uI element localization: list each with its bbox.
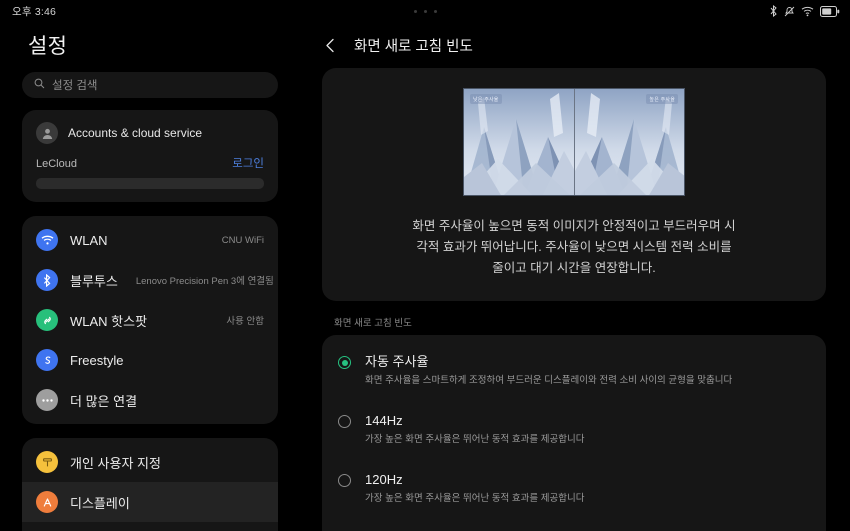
account-header: Accounts & cloud service xyxy=(36,122,264,144)
sidebar-item-label: 더 많은 연결 xyxy=(70,393,138,409)
option-60hz[interactable]: 60Hz 일반 주사율은 시스템 전력 소비를 줄이고 대기 시간을 연장합니다… xyxy=(322,518,826,531)
option-text: 120Hz 가장 높은 화면 주사율은 뛰어난 동적 효과를 제공합니다 xyxy=(365,472,585,505)
sidebar-item-value: 사용 안함 xyxy=(226,316,264,327)
camera-dot xyxy=(413,9,417,13)
refresh-rate-options: 자동 주사율 화면 주사율을 스마트하게 조정하여 부드러운 디스플레이와 전력… xyxy=(322,335,826,531)
refresh-rate-illustration: 낮은 주사율 높은 주사율 xyxy=(463,88,685,196)
chevron-left-icon[interactable] xyxy=(322,37,338,53)
camera-dots xyxy=(0,0,850,22)
option-description: 화면 주사율을 스마트하게 조정하여 부드러운 디스플레이와 전력 소비 사이의… xyxy=(365,375,733,386)
sidebar-item-freestyle[interactable]: Freestyle xyxy=(22,340,278,380)
illustration-label-high: 높은 주사율 xyxy=(646,94,678,104)
hotspot-link-icon xyxy=(36,309,58,331)
personalization-icon xyxy=(36,451,58,473)
sidebar-group-connectivity: WLAN CNU WiFi 블루투스 Lenovo Precision Pen … xyxy=(22,216,278,424)
account-login-link[interactable]: 로그인 xyxy=(232,155,264,171)
sidebar-item-display[interactable]: 디스플레이 xyxy=(22,482,278,522)
option-title: 120Hz xyxy=(365,472,403,487)
illustration-label-low: 낮은 주사율 xyxy=(470,94,502,104)
sidebar-item-bluetooth[interactable]: 블루투스 Lenovo Precision Pen 3에 연결됨 xyxy=(22,260,278,300)
sidebar-item-sound[interactable]: Sound xyxy=(22,522,278,531)
person-icon xyxy=(36,122,58,144)
sidebar-item-wlan[interactable]: WLAN CNU WiFi xyxy=(22,220,278,260)
radio-icon[interactable] xyxy=(338,415,351,428)
settings-sidebar: 설정 설정 검색 Accounts & cloud service LeClou… xyxy=(0,22,298,531)
sidebar-item-label: 디스플레이 xyxy=(70,495,130,511)
detail-title: 화면 새로 고침 빈도 xyxy=(354,38,473,55)
sidebar-item-more-connections[interactable]: 더 많은 연결 xyxy=(22,380,278,420)
status-icons xyxy=(769,5,840,17)
option-title: 144Hz xyxy=(365,413,403,428)
radio-icon[interactable] xyxy=(338,474,351,487)
radio-icon[interactable] xyxy=(338,356,351,369)
illustration-half-low: 낮은 주사율 xyxy=(464,89,574,195)
option-text: 자동 주사율 화면 주사율을 스마트하게 조정하여 부드러운 디스플레이와 전력… xyxy=(365,354,732,387)
search-input[interactable]: 설정 검색 xyxy=(22,72,278,98)
tablet-screen: 오후 3:46 설정 설정 검색 Accounts & cloud servic… xyxy=(0,0,850,531)
option-title: 자동 주사율 xyxy=(365,354,429,369)
hero-card: 낮은 주사율 높은 주사율 화면 주사율이 높으면 동적 이미지가 안정적이고 … xyxy=(322,68,826,301)
search-icon xyxy=(34,76,45,94)
detail-scroll-area[interactable]: 낮은 주사율 높은 주사율 화면 주사율이 높으면 동적 이미지가 안정적이고 … xyxy=(298,68,850,531)
battery-icon xyxy=(820,5,840,17)
sidebar-item-label: 개인 사용자 지정 xyxy=(70,455,161,471)
bluetooth-icon xyxy=(36,269,58,291)
sidebar-group-system: 개인 사용자 지정 디스플레이 xyxy=(22,438,278,531)
detail-pane: 화면 새로 고침 빈도 낮은 주사율 높은 주사율 화면 주사율이 높으면 동적… xyxy=(298,22,850,531)
section-label: 화면 새로 고침 빈도 xyxy=(334,318,412,329)
sidebar-item-value: CNU WiFi xyxy=(221,234,264,246)
option-144hz[interactable]: 144Hz 가장 높은 화면 주사율은 뛰어난 동적 효과를 제공합니다 xyxy=(322,400,826,459)
freestyle-icon xyxy=(36,349,58,371)
option-text: 144Hz 가장 높은 화면 주사율은 뛰어난 동적 효과를 제공합니다 xyxy=(365,413,585,446)
option-120hz[interactable]: 120Hz 가장 높은 화면 주사율은 뛰어난 동적 효과를 제공합니다 xyxy=(322,459,826,518)
option-description: 가장 높은 화면 주사율은 뛰어난 동적 효과를 제공합니다 xyxy=(365,493,585,504)
display-a-icon xyxy=(36,491,58,513)
search-placeholder: 설정 검색 xyxy=(52,80,98,92)
account-title: Accounts & cloud service xyxy=(68,126,203,140)
main-content: 설정 설정 검색 Accounts & cloud service LeClou… xyxy=(0,22,850,531)
camera-dot xyxy=(433,9,437,13)
more-dots-icon xyxy=(36,389,58,411)
illustration-half-high: 높은 주사율 xyxy=(574,89,684,195)
account-card[interactable]: Accounts & cloud service LeCloud 로그인 xyxy=(22,110,278,202)
hero-description: 화면 주사율이 높으면 동적 이미지가 안정적이고 부드러우며 시각적 효과가 … xyxy=(412,219,736,275)
sidebar-item-label: WLAN 핫스팟 xyxy=(70,313,148,329)
account-row: LeCloud 로그인 xyxy=(36,155,264,171)
page-title: 설정 xyxy=(28,35,68,58)
wifi-icon xyxy=(36,229,58,251)
status-clock: 오후 3:46 xyxy=(12,5,57,18)
sidebar-item-personalization[interactable]: 개인 사용자 지정 xyxy=(22,442,278,482)
sidebar-item-label: 블루투스 xyxy=(70,273,118,289)
status-bar: 오후 3:46 xyxy=(0,0,850,22)
option-auto-refresh[interactable]: 자동 주사율 화면 주사율을 스마트하게 조정하여 부드러운 디스플레이와 전력… xyxy=(322,341,826,400)
camera-dot xyxy=(423,9,427,13)
account-provider: LeCloud xyxy=(36,158,77,170)
sidebar-item-hotspot[interactable]: WLAN 핫스팟 사용 안함 xyxy=(22,300,278,340)
sidebar-item-label: Freestyle xyxy=(70,352,124,368)
sidebar-item-label: WLAN xyxy=(70,232,108,248)
account-progress-bar xyxy=(36,178,264,189)
notification-muted-icon xyxy=(784,5,795,17)
sidebar-item-subtitle: Lenovo Precision Pen 3에 연결됨 xyxy=(135,276,274,287)
bluetooth-icon xyxy=(769,5,778,17)
option-description: 가장 높은 화면 주사율은 뛰어난 동적 효과를 제공합니다 xyxy=(365,434,585,445)
detail-header: 화면 새로 고침 빈도 xyxy=(298,22,850,68)
wifi-icon xyxy=(801,6,814,17)
